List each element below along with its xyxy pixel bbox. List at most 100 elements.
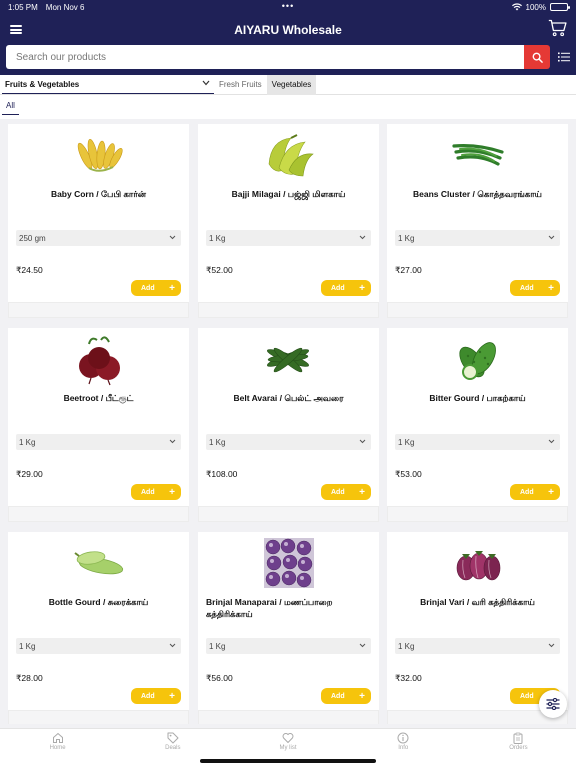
subtab-fresh-fruits[interactable]: Fresh Fruits [214, 75, 267, 95]
filter-bar: Fruits & Vegetables Fresh Fruits Vegetab… [0, 74, 576, 95]
unit-select[interactable]: 1 Kg [206, 638, 371, 654]
unit-select[interactable]: 1 Kg [206, 434, 371, 450]
card-footer [387, 506, 568, 522]
search-icon [532, 52, 543, 63]
product-name: Beetroot / பீட்ரூட் [63, 393, 134, 403]
sliders-icon [546, 698, 560, 710]
chevron-down-icon [169, 439, 176, 444]
plus-icon: + [359, 690, 365, 702]
nav-orders[interactable]: Orders [461, 729, 576, 768]
unit-select[interactable]: 1 Kg [395, 230, 560, 246]
add-button[interactable]: Add + [131, 280, 181, 296]
product-name: Bitter Gourd / பாகற்காய் [429, 393, 526, 403]
product-name: Brinjal Manaparai / மணப்பாறை கத்திரிக்கா… [206, 597, 333, 619]
product-card: Bajji Milagai / பஜ்ஜி மிளகாய் 1 Kg ₹52.0… [198, 124, 379, 305]
cluster-beans-image [452, 144, 504, 166]
unit-select[interactable]: 1 Kg [395, 638, 560, 654]
chevron-down-icon [548, 643, 555, 648]
status-time: 1:05 PM [8, 2, 38, 12]
unit-select-value: 1 Kg [19, 437, 36, 447]
search-input[interactable] [6, 45, 524, 69]
add-button-label: Add [520, 692, 534, 700]
tab-all[interactable]: All [2, 101, 19, 115]
add-button-label: Add [331, 692, 345, 700]
list-view-icon[interactable] [558, 52, 570, 62]
bajji-chilli-image [268, 134, 314, 177]
product-name: Bajji Milagai / பஜ்ஜி மிளகாய் [231, 189, 346, 199]
baby-corn-image [77, 139, 123, 172]
add-button[interactable]: Add + [131, 484, 181, 500]
home-icon [52, 732, 63, 743]
unit-select-value: 1 Kg [398, 437, 415, 447]
battery-icon [550, 3, 570, 11]
wifi-icon [511, 3, 522, 11]
card-footer [198, 710, 379, 724]
add-button[interactable]: Add + [321, 280, 371, 296]
card-footer [8, 506, 189, 522]
category-select[interactable]: Fruits & Vegetables [2, 75, 214, 94]
add-button-label: Add [520, 488, 534, 496]
plus-icon: + [548, 282, 554, 294]
product-name: Beans Cluster / கொத்தவரங்காய் [413, 189, 542, 199]
product-card: Beetroot / பீட்ரூட் 1 Kg ₹29.00 Add + [8, 328, 189, 509]
product-price: ₹108.00 [206, 469, 238, 479]
nav-orders-label: Orders [509, 745, 528, 751]
home-indicator[interactable] [200, 759, 376, 763]
add-button[interactable]: Add + [510, 484, 560, 500]
chevron-down-icon [359, 643, 366, 648]
nav-home[interactable]: Home [0, 729, 115, 768]
product-name: Baby Corn / பேபி கார்ன் [50, 189, 147, 199]
unit-select-value: 1 Kg [209, 641, 226, 651]
chevron-down-icon [359, 235, 366, 240]
card-footer [198, 506, 379, 522]
product-card: Brinjal Vari / வரி கத்திரிக்காய் 1 Kg ₹3… [387, 532, 568, 713]
product-name: Belt Avarai / பெல்ட் அவரை [233, 393, 344, 403]
status-date: Mon Nov 6 [45, 2, 85, 12]
card-footer [198, 302, 379, 318]
filter-fab-button[interactable] [539, 690, 567, 718]
chevron-down-icon [548, 439, 555, 444]
unit-select[interactable]: 1 Kg [395, 434, 560, 450]
plus-icon: + [169, 486, 175, 498]
subtab-vegetables[interactable]: Vegetables [266, 74, 317, 95]
chevron-down-icon [548, 235, 555, 240]
product-price: ₹24.50 [16, 265, 43, 275]
unit-select-value: 1 Kg [209, 437, 226, 447]
cart-icon[interactable] [548, 18, 568, 38]
unit-select[interactable]: 1 Kg [16, 638, 181, 654]
subcategory-tabs: All [0, 95, 576, 119]
product-card: Bottle Gourd / சுரைக்காய் 1 Kg ₹28.00 Ad… [8, 532, 189, 713]
card-footer [8, 302, 189, 318]
add-button[interactable]: Add + [131, 688, 181, 704]
product-card: Belt Avarai / பெல்ட் அவரை 1 Kg ₹108.00 A… [198, 328, 379, 509]
plus-icon: + [548, 486, 554, 498]
card-footer [387, 302, 568, 318]
nav-my-list-label: My list [279, 745, 297, 751]
tag-icon [167, 732, 179, 744]
chevron-down-icon [359, 439, 366, 444]
app-header: 1:05 PM Mon Nov 6 ••• 100% AIYARU Wholes… [0, 0, 576, 75]
brinjal-manaparai-image [263, 538, 314, 588]
unit-select[interactable]: 1 Kg [16, 434, 181, 450]
unit-select-value: 1 Kg [209, 233, 226, 243]
search-button[interactable] [524, 45, 550, 69]
product-price: ₹56.00 [206, 673, 233, 683]
brinjal-vari-image [456, 551, 500, 581]
product-grid: Baby Corn / பேபி கார்ன் 250 gm ₹24.50 Ad… [8, 124, 569, 724]
chevron-down-icon [169, 643, 176, 648]
product-price: ₹27.00 [395, 265, 422, 275]
product-name: Brinjal Vari / வரி கத்திரிக்காய் [420, 597, 535, 607]
add-button[interactable]: Add + [321, 688, 371, 704]
add-button[interactable]: Add + [321, 484, 371, 500]
unit-select[interactable]: 1 Kg [206, 230, 371, 246]
chevron-down-icon [169, 235, 176, 240]
add-button-label: Add [141, 284, 155, 292]
multitask-dots[interactable]: ••• [282, 1, 294, 11]
unit-select-value: 1 Kg [398, 641, 415, 651]
category-select-value: Fruits & Vegetables [5, 79, 80, 89]
add-button-label: Add [520, 284, 534, 292]
unit-select-value: 1 Kg [398, 233, 415, 243]
unit-select[interactable]: 250 gm [16, 230, 181, 246]
plus-icon: + [169, 690, 175, 702]
add-button[interactable]: Add + [510, 280, 560, 296]
